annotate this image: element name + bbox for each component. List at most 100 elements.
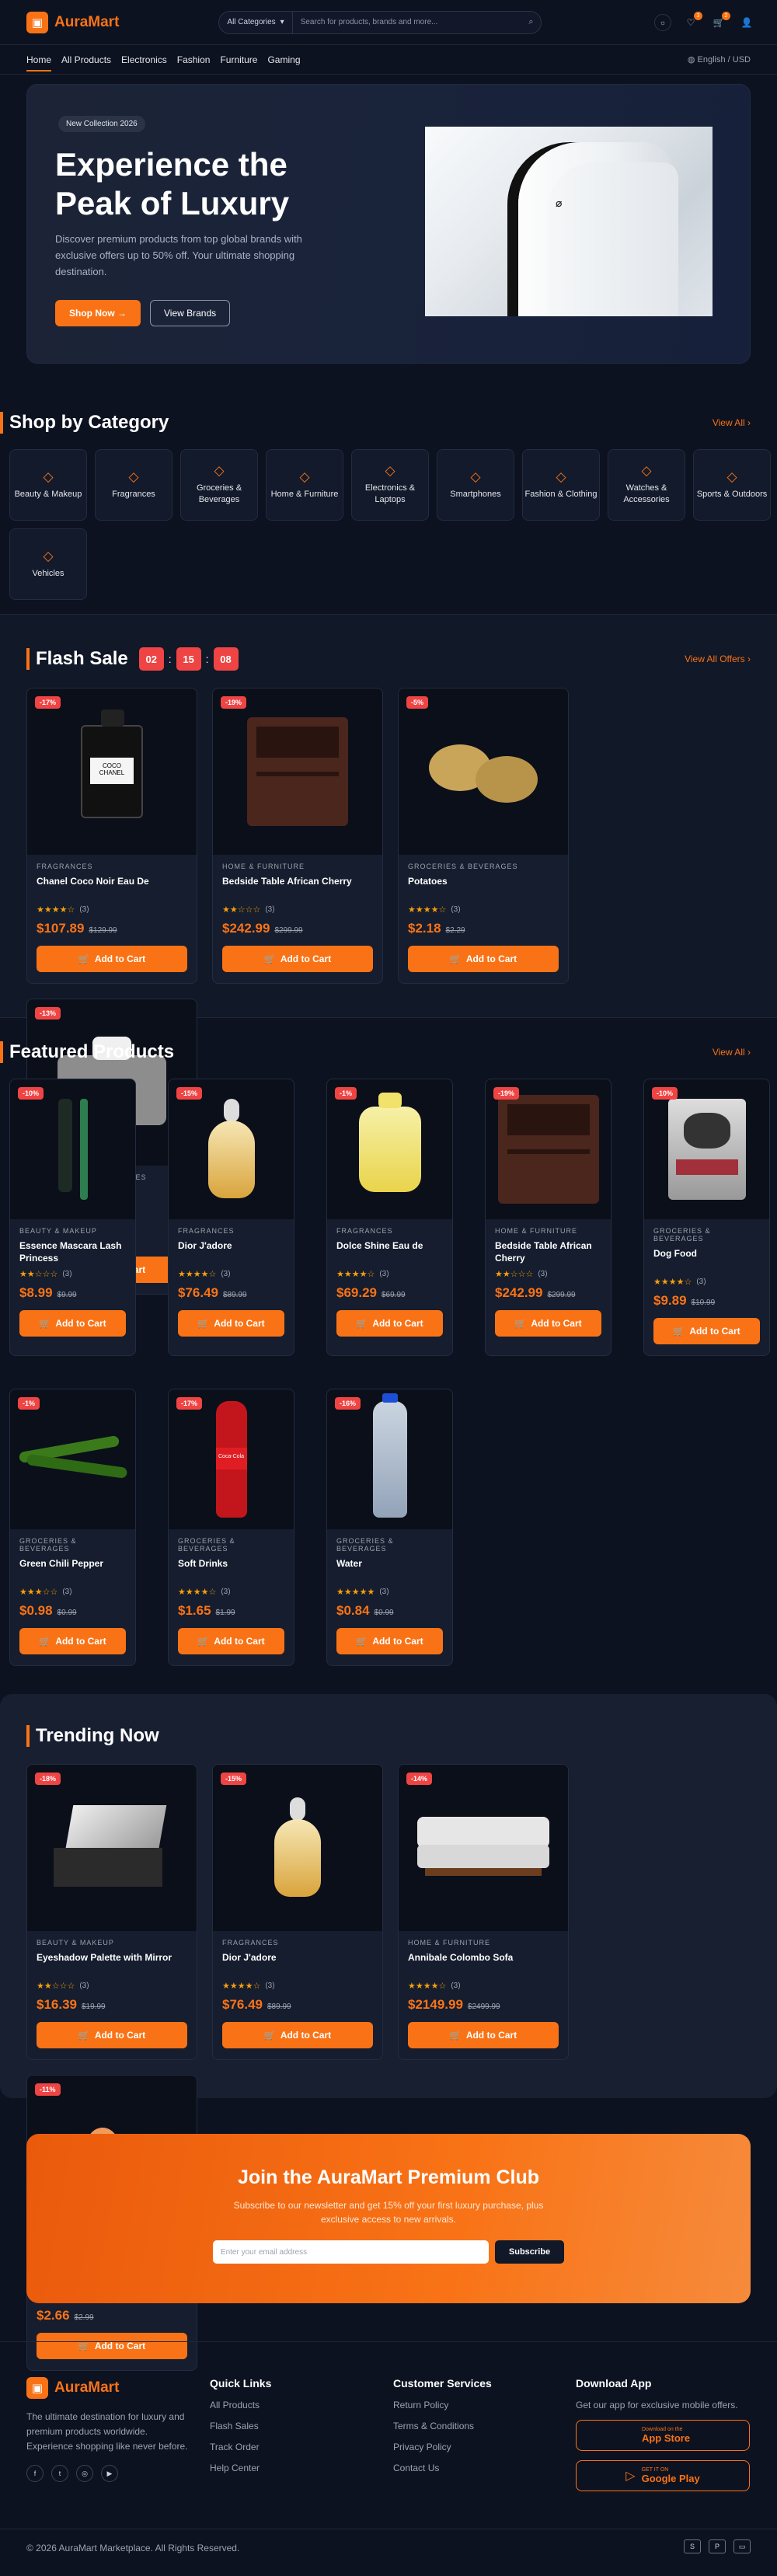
category-tile[interactable]: ◇ Fragrances bbox=[95, 449, 172, 521]
product-image[interactable]: -15% bbox=[169, 1079, 294, 1219]
add-to-cart-button[interactable]: 🛒Add to Cart bbox=[408, 946, 559, 972]
youtube-icon[interactable]: ▶ bbox=[101, 2465, 118, 2482]
category-tile[interactable]: ◇ Watches & Accessories bbox=[608, 449, 685, 521]
footer-link-all-products[interactable]: All Products bbox=[210, 2400, 271, 2410]
add-to-cart-button[interactable]: 🛒Add to Cart bbox=[495, 1310, 601, 1337]
product-image[interactable]: -19% bbox=[486, 1079, 611, 1219]
nav-fashion[interactable]: Fashion bbox=[177, 47, 211, 73]
category-tile[interactable]: ◇ Electronics & Laptops bbox=[351, 449, 429, 521]
footer-logo[interactable]: ▣ AuraMart bbox=[26, 2377, 190, 2399]
product-card[interactable]: -16% GROCERIES & BEVERAGES Water ★★★★★ (3) $0… bbox=[326, 1389, 453, 1666]
product-name[interactable]: Dog Food bbox=[653, 1247, 760, 1272]
search-category-select[interactable]: All Categories ▾ bbox=[219, 11, 293, 33]
nav-all-products[interactable]: All Products bbox=[61, 47, 111, 73]
add-to-cart-button[interactable]: 🛒Add to Cart bbox=[178, 1628, 284, 1654]
facebook-icon[interactable]: f bbox=[26, 2465, 44, 2482]
product-image[interactable]: -10% bbox=[644, 1079, 769, 1219]
product-name[interactable]: Green Chili Pepper bbox=[19, 1557, 126, 1582]
add-to-cart-button[interactable]: 🛒Add to Cart bbox=[336, 1628, 443, 1654]
product-name[interactable]: Dior J'adore bbox=[178, 1239, 284, 1264]
twitter-icon[interactable]: t bbox=[51, 2465, 68, 2482]
product-image[interactable]: COCO CHANEL -17% bbox=[27, 688, 197, 855]
category-tile[interactable]: ◇ Sports & Outdoors bbox=[693, 449, 771, 521]
add-to-cart-button[interactable]: 🛒Add to Cart bbox=[37, 2022, 187, 2048]
app-store-button[interactable]: Download on the App Store bbox=[576, 2420, 750, 2451]
featured-view-all[interactable]: View All › bbox=[713, 1047, 751, 1058]
product-card[interactable]: -15% FRAGRANCES Dior J'adore ★★★★☆ (3) $76.49… bbox=[212, 1764, 383, 2060]
nav-gaming[interactable]: Gaming bbox=[267, 47, 300, 73]
add-to-cart-button[interactable]: 🛒Add to Cart bbox=[19, 1310, 126, 1337]
product-card[interactable]: -15% FRAGRANCES Dior J'adore ★★★★☆ (3) $76.49… bbox=[168, 1079, 294, 1356]
search-icon[interactable]: ⌕ bbox=[521, 17, 541, 27]
add-to-cart-button[interactable]: 🛒Add to Cart bbox=[408, 2022, 559, 2048]
add-to-cart-button[interactable]: 🛒Add to Cart bbox=[178, 1310, 284, 1337]
nav-furniture[interactable]: Furniture bbox=[220, 47, 257, 73]
product-card[interactable]: -18% BEAUTY & MAKEUP Eyeshadow Palette wit… bbox=[26, 1764, 197, 2060]
product-name[interactable]: Essence Mascara Lash Princess bbox=[19, 1239, 126, 1264]
product-image[interactable]: -1% bbox=[10, 1389, 135, 1529]
add-to-cart-button[interactable]: 🛒Add to Cart bbox=[222, 946, 373, 972]
add-to-cart-button[interactable]: 🛒Add to Cart bbox=[653, 1318, 760, 1344]
cart-icon[interactable]: 🛒 2 bbox=[710, 11, 730, 31]
logo[interactable]: ▣ AuraMart bbox=[26, 11, 119, 33]
product-card[interactable]: -5% GROCERIES & BEVERAGES Potatoes ★★★★☆ (3)… bbox=[398, 688, 569, 984]
product-image[interactable]: -1% bbox=[327, 1079, 452, 1219]
footer-link-privacy[interactable]: Privacy Policy bbox=[393, 2442, 492, 2452]
product-card[interactable]: -19% HOME & FURNITURE Bedside Table Africa… bbox=[212, 688, 383, 984]
product-name[interactable]: Dior J'adore bbox=[222, 1951, 373, 1976]
email-input[interactable]: Enter your email address bbox=[212, 2240, 489, 2264]
google-play-button[interactable]: ▷ GET IT ON Google Play bbox=[576, 2460, 750, 2491]
product-image[interactable]: -19% bbox=[213, 688, 382, 855]
product-card[interactable]: -14% HOME & FURNITURE Annibale Colombo Sof… bbox=[398, 1764, 569, 2060]
footer-link-terms[interactable]: Terms & Conditions bbox=[393, 2421, 492, 2431]
product-image[interactable]: -14% bbox=[399, 1765, 568, 1931]
category-view-all[interactable]: View All › bbox=[713, 417, 751, 428]
add-to-cart-button[interactable]: 🛒Add to Cart bbox=[336, 1310, 443, 1337]
product-card[interactable]: -1% FRAGRANCES Dolce Shine Eau de ★★★★☆ (3) $… bbox=[326, 1079, 453, 1356]
subscribe-button[interactable]: Subscribe bbox=[494, 2240, 565, 2264]
product-name[interactable]: Chanel Coco Noir Eau De bbox=[37, 875, 187, 900]
view-brands-button[interactable]: View Brands bbox=[150, 300, 231, 326]
product-card[interactable]: -10% BEAUTY & MAKEUP Essence Mascara Lash … bbox=[9, 1079, 136, 1356]
product-image[interactable]: -18% bbox=[27, 1765, 197, 1931]
footer-link-help-center[interactable]: Help Center bbox=[210, 2463, 271, 2473]
product-name[interactable]: Eyeshadow Palette with Mirror bbox=[37, 1951, 187, 1976]
category-tile[interactable]: ◇ Fashion & Clothing bbox=[522, 449, 600, 521]
product-card[interactable]: -10% GROCERIES & BEVERAGES Dog Food ★★★★☆ (3… bbox=[643, 1079, 770, 1356]
user-icon[interactable]: 👤 bbox=[738, 14, 755, 31]
footer-link-flash-sales[interactable]: Flash Sales bbox=[210, 2421, 271, 2431]
product-name[interactable]: Bedside Table African Cherry bbox=[222, 875, 373, 900]
product-image[interactable]: -10% bbox=[10, 1079, 135, 1219]
category-tile[interactable]: ◇ Smartphones bbox=[437, 449, 514, 521]
search-input[interactable]: Search for products, brands and more... bbox=[293, 18, 521, 26]
product-image[interactable]: -15% bbox=[213, 1765, 382, 1931]
product-image[interactable]: -5% bbox=[399, 688, 568, 855]
product-name[interactable]: Dolce Shine Eau de bbox=[336, 1239, 443, 1264]
add-to-cart-button[interactable]: 🛒Add to Cart bbox=[222, 2022, 373, 2048]
instagram-icon[interactable]: ◎ bbox=[76, 2465, 93, 2482]
add-to-cart-button[interactable]: 🛒Add to Cart bbox=[37, 946, 187, 972]
product-card[interactable]: -19% HOME & FURNITURE Bedside Table Africa… bbox=[485, 1079, 611, 1356]
product-name[interactable]: Bedside Table African Cherry bbox=[495, 1239, 601, 1264]
product-card[interactable]: Coca-Cola -17% GROCERIES & BEVERAGES Soft D… bbox=[168, 1389, 294, 1666]
view-all-offers-link[interactable]: View All Offers › bbox=[685, 654, 751, 664]
product-name[interactable]: Soft Drinks bbox=[178, 1557, 284, 1582]
product-image[interactable]: Coca-Cola -17% bbox=[169, 1389, 294, 1529]
nav-home[interactable]: Home bbox=[26, 47, 52, 73]
product-name[interactable]: Potatoes bbox=[408, 875, 559, 900]
category-tile[interactable]: ◇ Vehicles bbox=[9, 528, 87, 600]
footer-link-return-policy[interactable]: Return Policy bbox=[393, 2400, 492, 2410]
shop-now-button[interactable]: Shop Now → bbox=[55, 300, 141, 326]
heart-icon[interactable]: ♡ 3 bbox=[682, 11, 702, 31]
product-card[interactable]: -1% GROCERIES & BEVERAGES Green Chili Pepp… bbox=[9, 1389, 136, 1666]
category-tile[interactable]: ◇ Groceries & Beverages bbox=[180, 449, 258, 521]
category-tile[interactable]: ◇ Beauty & Makeup bbox=[9, 449, 87, 521]
product-name[interactable]: Water bbox=[336, 1557, 443, 1582]
footer-link-track-order[interactable]: Track Order bbox=[210, 2442, 271, 2452]
footer-link-contact[interactable]: Contact Us bbox=[393, 2463, 492, 2473]
nav-electronics[interactable]: Electronics bbox=[121, 47, 167, 73]
product-card[interactable]: COCO CHANEL -17% FRAGRANCES Chanel Coco Noir… bbox=[26, 688, 197, 984]
language-selector[interactable]: ◍ English / USD bbox=[688, 54, 751, 64]
product-image[interactable]: -16% bbox=[327, 1389, 452, 1529]
category-tile[interactable]: ◇ Home & Furniture bbox=[266, 449, 343, 521]
